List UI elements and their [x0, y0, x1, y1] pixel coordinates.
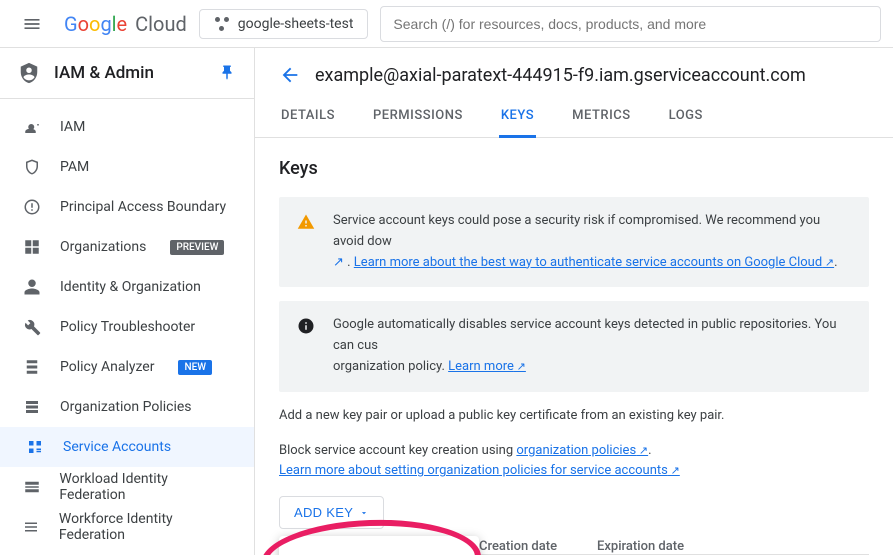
- project-name: google-sheets-test: [238, 16, 354, 32]
- info-icon: [297, 317, 315, 377]
- person-icon: [23, 278, 41, 296]
- back-button[interactable]: [279, 64, 301, 86]
- project-picker[interactable]: google-sheets-test: [199, 9, 369, 39]
- search-bar[interactable]: [380, 6, 881, 42]
- page-title: example@axial-paratext-444915-f9.iam.gse…: [315, 65, 806, 86]
- sidebar-item-service-accounts[interactable]: Service Accounts: [0, 427, 254, 467]
- preview-badge: PREVIEW: [170, 240, 224, 255]
- sidebar-item-iam[interactable]: IAM: [0, 107, 254, 147]
- keys-section: Keys Service account keys could pose a s…: [255, 138, 893, 555]
- org-icon: [23, 238, 41, 256]
- page-header: example@axial-paratext-444915-f9.iam.gse…: [255, 48, 893, 96]
- add-key-menu: Create new key Upload existing key: [279, 536, 479, 555]
- sidebar-item-label: Workforce Identity Federation: [59, 511, 232, 543]
- google-cloud-logo[interactable]: Google Cloud: [64, 12, 187, 36]
- tab-details[interactable]: DETAILS: [279, 96, 337, 137]
- tab-keys[interactable]: KEYS: [499, 96, 536, 138]
- tab-metrics[interactable]: METRICS: [570, 96, 632, 137]
- info-banner: Google automatically disables service ac…: [279, 301, 869, 391]
- sidebar-item-policy-trouble[interactable]: Policy Troubleshooter: [0, 307, 254, 347]
- sidebar-item-label: Principal Access Boundary: [60, 199, 226, 215]
- service-account-icon: [26, 438, 44, 456]
- shield-user-icon: [18, 62, 40, 84]
- hamburger-menu-button[interactable]: [12, 4, 52, 44]
- sidebar-item-label: IAM: [60, 119, 85, 135]
- sidebar-item-label: Service Accounts: [63, 439, 171, 455]
- add-key-wrapper: ADD KEY Create new key Upload existing k…: [279, 496, 869, 555]
- sidebar-item-policy-analyzer[interactable]: Policy Analyzer NEW: [0, 347, 254, 387]
- body-text-2: Block service account key creation using…: [279, 441, 869, 483]
- learn-more-org-policies-link[interactable]: Learn more about setting organization po…: [279, 463, 680, 478]
- dropdown-arrow-icon: [359, 508, 369, 518]
- analyzer-icon: [23, 358, 41, 376]
- sidebar-item-label: Organizations: [60, 239, 146, 255]
- org-policies-link[interactable]: organization policies: [516, 443, 648, 458]
- banner-text-2: organization policy.: [333, 359, 445, 374]
- new-badge: NEW: [178, 360, 212, 375]
- external-link-icon: ↗: [333, 255, 344, 270]
- menu-item-create-key[interactable]: Create new key: [279, 542, 479, 555]
- sidebar-item-label: Organization Policies: [60, 399, 192, 415]
- project-icon: [214, 16, 230, 32]
- col-expiration-date: Expiration date: [597, 539, 684, 554]
- info-learn-more-link[interactable]: Learn more: [448, 359, 526, 374]
- warn-learn-more-link[interactable]: Learn more about the best way to authent…: [354, 255, 834, 270]
- sidebar-item-wkif[interactable]: Workforce Identity Federation: [0, 507, 254, 547]
- sidebar-item-orgs[interactable]: Organizations PREVIEW: [0, 227, 254, 267]
- shield-icon: [23, 158, 41, 176]
- iam-icon: [23, 118, 41, 136]
- add-key-button[interactable]: ADD KEY: [279, 496, 384, 529]
- sidebar-item-label: Identity & Organization: [60, 279, 201, 295]
- warning-banner: Service account keys could pose a securi…: [279, 197, 869, 287]
- wif-icon: [23, 478, 41, 496]
- sidebar-item-identity[interactable]: Identity & Organization: [0, 267, 254, 307]
- content-area: example@axial-paratext-444915-f9.iam.gse…: [255, 48, 893, 555]
- wrench-icon: [23, 318, 41, 336]
- sidebar-item-label: Policy Analyzer: [60, 359, 154, 375]
- sidebar-item-label: PAM: [60, 159, 89, 175]
- wkif-icon: [22, 518, 40, 536]
- topbar: Google Cloud google-sheets-test: [0, 0, 893, 48]
- pin-icon: [218, 64, 236, 82]
- tab-logs[interactable]: LOGS: [667, 96, 705, 137]
- tabs: DETAILS PERMISSIONS KEYS METRICS LOGS: [255, 96, 893, 138]
- sidebar-item-label: Workload Identity Federation: [59, 471, 232, 503]
- search-input[interactable]: [393, 16, 868, 32]
- col-creation-date: Creation date: [479, 539, 557, 554]
- boundary-icon: [23, 198, 41, 216]
- warning-icon: [297, 213, 315, 273]
- banner-text: Service account keys could pose a securi…: [333, 213, 820, 249]
- tab-permissions[interactable]: PERMISSIONS: [371, 96, 465, 137]
- section-heading: Keys: [279, 158, 869, 179]
- sidebar-header: IAM & Admin: [0, 48, 254, 99]
- arrow-back-icon: [279, 64, 301, 86]
- sidebar-title: IAM & Admin: [54, 63, 204, 83]
- sidebar-item-pam[interactable]: PAM: [0, 147, 254, 187]
- sidebar-nav: IAM PAM Principal Access Boundary Organi…: [0, 99, 254, 555]
- sidebar-item-org-policies[interactable]: Organization Policies: [0, 387, 254, 427]
- banner-text: Google automatically disables service ac…: [333, 317, 837, 353]
- pin-button[interactable]: [218, 64, 236, 82]
- sidebar-item-pab[interactable]: Principal Access Boundary: [0, 187, 254, 227]
- sidebar-item-label: Policy Troubleshooter: [60, 319, 195, 335]
- body-text-1: Add a new key pair or upload a public ke…: [279, 406, 869, 427]
- sidebar-item-wif[interactable]: Workload Identity Federation: [0, 467, 254, 507]
- sidebar: IAM & Admin IAM PAM Principal Access Bou…: [0, 48, 255, 555]
- menu-icon: [22, 14, 42, 34]
- policy-icon: [23, 398, 41, 416]
